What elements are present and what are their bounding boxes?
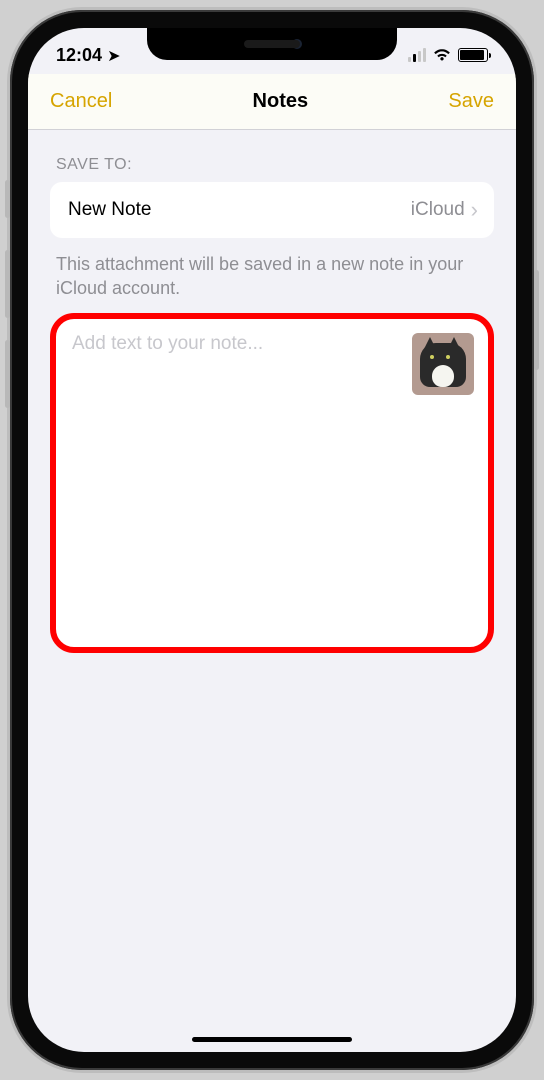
content: SAVE TO: New Note iCloud › This attachme… xyxy=(28,130,516,1052)
power-button xyxy=(534,270,539,370)
status-time: 12:04 xyxy=(56,45,102,65)
volume-down xyxy=(5,340,10,408)
battery-icon xyxy=(458,48,488,62)
save-button[interactable]: Save xyxy=(448,90,494,113)
home-indicator[interactable] xyxy=(192,1037,352,1042)
compose-placeholder: Add text to your note... xyxy=(72,333,263,354)
location-arrow-icon: ➤ xyxy=(107,48,120,65)
attachment-thumbnail[interactable] xyxy=(412,333,474,395)
cell-signal-icon xyxy=(408,48,426,62)
destination-detail: iCloud xyxy=(411,199,465,221)
chevron-right-icon: › xyxy=(471,197,478,223)
destination-title: New Note xyxy=(68,199,151,221)
status-right xyxy=(408,45,488,66)
save-hint: This attachment will be saved in a new n… xyxy=(56,252,488,301)
cancel-button[interactable]: Cancel xyxy=(50,90,112,113)
mute-switch xyxy=(5,180,10,218)
compose-area[interactable]: Add text to your note... xyxy=(50,313,494,653)
page-title: Notes xyxy=(253,90,309,113)
destination-detail-group: iCloud › xyxy=(411,197,478,223)
save-to-label: SAVE TO: xyxy=(56,156,494,174)
phone-frame: 12:04 ➤ Cancel Notes Save SAVE TO: New N… xyxy=(10,10,534,1070)
wifi-icon xyxy=(432,45,452,66)
screen: 12:04 ➤ Cancel Notes Save SAVE TO: New N… xyxy=(28,28,516,1052)
nav-header: Cancel Notes Save xyxy=(28,74,516,130)
notch xyxy=(147,28,397,60)
status-time-group: 12:04 ➤ xyxy=(56,45,120,66)
save-destination-row[interactable]: New Note iCloud › xyxy=(50,182,494,238)
volume-up xyxy=(5,250,10,318)
